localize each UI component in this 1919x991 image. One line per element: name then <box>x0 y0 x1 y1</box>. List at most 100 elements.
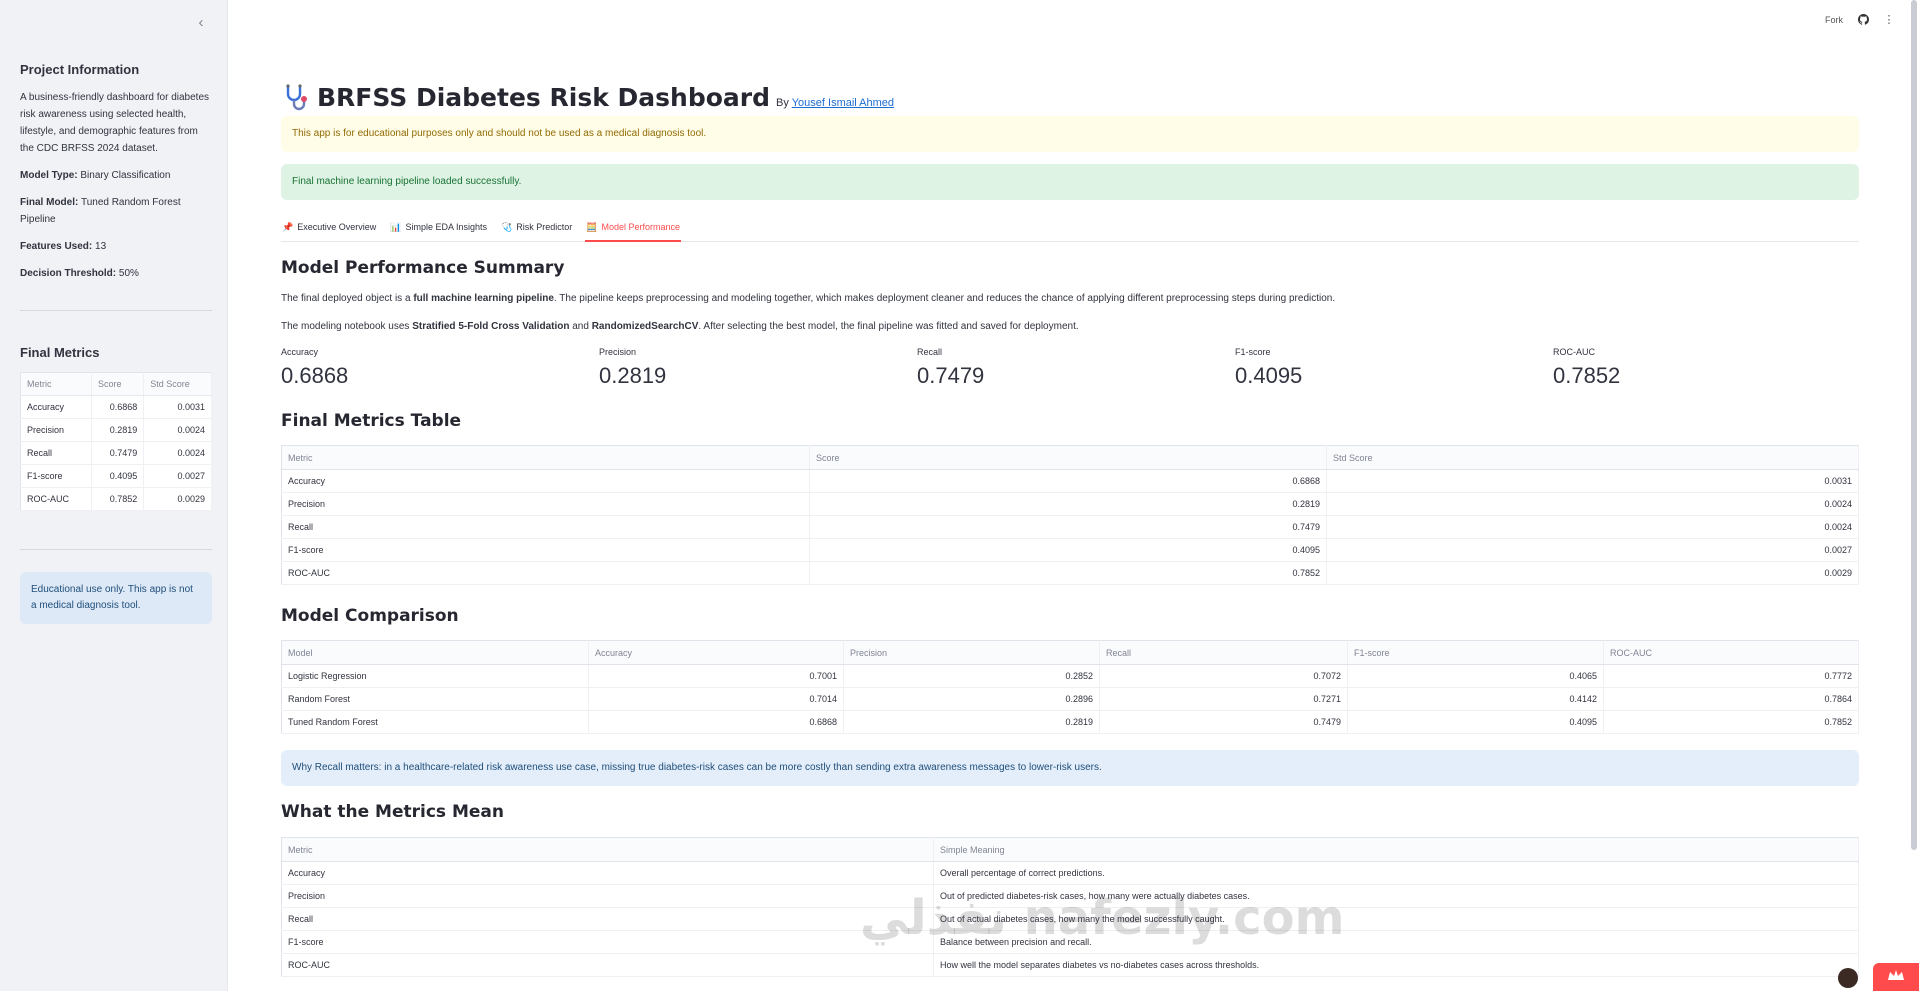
table-cell: 0.0029 <box>1326 561 1859 585</box>
metric-recall: Recall 0.7479 <box>917 347 984 389</box>
col-header[interactable]: Precision <box>843 640 1100 665</box>
metric-label: ROC-AUC <box>1553 347 1595 357</box>
table-cell: 0.6868 <box>588 710 844 734</box>
bar-chart-icon: 📊 <box>390 222 402 232</box>
table-row: Tuned Random Forest 0.6868 0.2819 0.7479 0.4… <box>281 710 1859 734</box>
app-header: Fork ⋮ <box>1825 14 1895 26</box>
model-type-label: Model Type: <box>20 170 78 181</box>
warning-alert: This app is for educational purposes onl… <box>281 116 1859 152</box>
text: The final deployed object is a <box>281 293 414 304</box>
sidebar-metrics-table[interactable]: Metric Score Std Score Accuracy 0.6868 0.0… <box>20 372 212 511</box>
comparison-heading: Model Comparison <box>281 606 459 626</box>
avatar[interactable] <box>1838 968 1858 988</box>
col-header[interactable]: ROC-AUC <box>1603 640 1859 665</box>
table-cell: Logistic Regression <box>281 664 589 688</box>
table-cell: 0.0024 <box>143 441 212 465</box>
metric-roc-auc: ROC-AUC 0.7852 <box>1553 347 1620 389</box>
col-header[interactable]: Std Score <box>143 372 212 396</box>
table-cell: 0.7864 <box>1603 687 1859 711</box>
github-icon[interactable] <box>1857 14 1869 26</box>
pushpin-icon: 📌 <box>282 222 294 232</box>
tab-label: Risk Predictor <box>516 222 573 232</box>
col-header[interactable]: Std Score <box>1326 445 1859 470</box>
col-header[interactable]: Score <box>91 372 145 396</box>
table-cell: 0.4095 <box>91 464 145 488</box>
col-header[interactable]: Metric <box>281 445 810 470</box>
sidebar-divider <box>20 310 212 311</box>
col-header[interactable]: F1-score <box>1347 640 1604 665</box>
col-header[interactable]: Simple Meaning <box>933 837 1859 862</box>
sidebar-info-note: Educational use only. This app is not a … <box>20 572 212 624</box>
more-menu-icon[interactable]: ⋮ <box>1883 14 1895 26</box>
table-row: Precision 0.2819 0.0024 <box>281 492 1859 516</box>
metric-label: Precision <box>599 347 637 357</box>
table-cell: 0.6868 <box>91 395 145 419</box>
stethoscope-icon <box>281 82 311 112</box>
table-cell: Precision <box>20 418 92 442</box>
table-cell: 0.7479 <box>809 515 1327 539</box>
table-cell: 0.7479 <box>91 441 145 465</box>
table-row: Accuracy 0.6868 0.0031 <box>281 469 1859 493</box>
table-cell: Overall percentage of correct prediction… <box>933 861 1859 885</box>
tab-risk-predictor[interactable]: 🩺 Risk Predictor <box>500 218 573 242</box>
table-cell: 0.2819 <box>809 492 1327 516</box>
table-cell: 0.0031 <box>143 395 212 419</box>
table-cell: 0.2852 <box>843 664 1100 688</box>
table-cell: Accuracy <box>281 469 810 493</box>
col-header[interactable]: Accuracy <box>588 640 844 665</box>
tab-model-performance[interactable]: 🧮 Model Performance <box>585 218 682 242</box>
metric-value: 0.6868 <box>281 363 349 388</box>
fork-button[interactable]: Fork <box>1825 15 1843 25</box>
metric-precision: Precision 0.2819 <box>599 347 666 389</box>
metrics-meaning-table[interactable]: Metric Simple Meaning Accuracy Overall pe… <box>281 837 1859 977</box>
crown-icon <box>1888 970 1904 980</box>
project-info-heading: Project Information <box>20 62 140 77</box>
table-row: Precision Out of predicted diabetes-risk … <box>281 884 1859 908</box>
streamlit-badge[interactable] <box>1873 963 1919 991</box>
tab-executive-overview[interactable]: 📌 Executive Overview <box>281 218 377 242</box>
meaning-heading: What the Metrics Mean <box>281 802 504 822</box>
table-cell: 0.2819 <box>91 418 145 442</box>
metric-label: F1-score <box>1235 347 1271 357</box>
table-row: Recall 0.7479 0.0024 <box>281 515 1859 539</box>
table-row: Accuracy 0.6868 0.0031 <box>20 395 212 419</box>
model-comparison-table[interactable]: Model Accuracy Precision Recall F1-score… <box>281 640 1859 734</box>
metrics-row: Accuracy 0.6868 Precision 0.2819 Recall 0.7… <box>281 347 1859 391</box>
table-row: Precision 0.2819 0.0024 <box>20 418 212 442</box>
table-cell: 0.0024 <box>1326 515 1859 539</box>
table-cell: 0.0024 <box>143 418 212 442</box>
table-cell: Precision <box>281 884 934 908</box>
collapse-sidebar-icon[interactable]: ‹ <box>192 14 210 32</box>
final-metrics-table[interactable]: Metric Score Std Score Accuracy 0.6868 0.0… <box>281 445 1859 585</box>
col-header[interactable]: Score <box>809 445 1327 470</box>
success-alert: Final machine learning pipeline loaded s… <box>281 164 1859 200</box>
model-type-value: Binary Classification <box>80 170 171 181</box>
text-bold: Stratified 5-Fold Cross Validation <box>412 321 570 332</box>
col-header[interactable]: Recall <box>1099 640 1348 665</box>
col-header[interactable]: Metric <box>20 372 92 396</box>
text: . After selecting the best model, the fi… <box>698 321 1079 332</box>
table-cell: 0.2819 <box>843 710 1100 734</box>
text-bold: RandomizedSearchCV <box>591 321 699 332</box>
col-header[interactable]: Metric <box>281 837 934 862</box>
table-row: Logistic Regression 0.7001 0.2852 0.7072 0.4… <box>281 664 1859 688</box>
sidebar-divider <box>20 549 212 550</box>
table-cell: ROC-AUC <box>281 561 810 585</box>
text: . The pipeline keeps preprocessing and m… <box>553 293 1336 304</box>
metric-label: Accuracy <box>281 347 319 357</box>
tab-bar: 📌 Executive Overview 📊 Simple EDA Insights… <box>281 218 1859 242</box>
metric-accuracy: Accuracy 0.6868 <box>281 347 348 389</box>
table-cell: F1-score <box>281 538 810 562</box>
table-cell: 0.2896 <box>843 687 1100 711</box>
table-cell: 0.4095 <box>809 538 1327 562</box>
byline: By Yousef Ismail Ahmed <box>776 97 894 109</box>
author-link[interactable]: Yousef Ismail Ahmed <box>792 97 894 109</box>
table-row: ROC-AUC 0.7852 0.0029 <box>20 487 212 511</box>
table-cell: Out of predicted diabetes-risk cases, ho… <box>933 884 1859 908</box>
col-header[interactable]: Model <box>281 640 589 665</box>
by-label: By <box>776 97 789 109</box>
metric-f1: F1-score 0.4095 <box>1235 347 1302 389</box>
page-scrollbar[interactable] <box>1911 0 1917 850</box>
tab-simple-eda-insights[interactable]: 📊 Simple EDA Insights <box>389 218 488 242</box>
table-cell: F1-score <box>20 464 92 488</box>
